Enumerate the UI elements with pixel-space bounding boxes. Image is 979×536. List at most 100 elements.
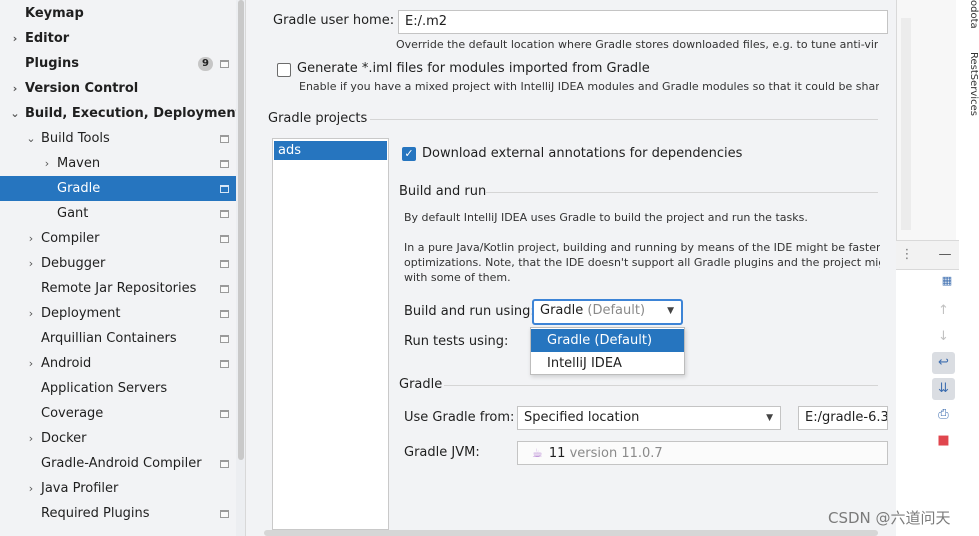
- tree-item-label: Gant: [57, 206, 89, 221]
- use-gradle-from-select[interactable]: Specified location ▼: [517, 406, 781, 430]
- chevron-down-icon[interactable]: ⌄: [25, 126, 37, 151]
- tree-item-version-control[interactable]: › Version Control: [0, 76, 236, 101]
- tree-item-plugins[interactable]: Plugins 9: [0, 51, 236, 76]
- download-annotations-checkbox[interactable]: ✓: [402, 147, 416, 161]
- tree-item-label: Application Servers: [41, 381, 168, 396]
- gradle-jvm-select[interactable]: ☕ 11 version 11.0.7: [517, 441, 888, 465]
- project-scope-icon: [220, 460, 229, 468]
- build-run-using-select[interactable]: Gradle (Default) ▼: [532, 299, 683, 325]
- run-tests-using-label: Run tests using:: [404, 334, 509, 349]
- list-item-project[interactable]: ads: [274, 141, 387, 160]
- scroll-to-end-icon[interactable]: ⇊: [932, 378, 955, 400]
- project-scope-icon: [220, 335, 229, 343]
- tree-item-label: Coverage: [41, 406, 104, 421]
- tree-item-required-plugins[interactable]: Required Plugins: [0, 501, 236, 526]
- use-gradle-from-value: Specified location: [524, 410, 640, 425]
- tree-item-android[interactable]: › Android: [0, 351, 236, 376]
- project-scope-icon: [220, 235, 229, 243]
- build-run-dropdown-menu: Gradle (Default) IntelliJ IDEA: [530, 327, 685, 375]
- chevron-right-icon[interactable]: ›: [25, 301, 37, 326]
- tree-item-gant[interactable]: Gant: [0, 201, 236, 226]
- generate-iml-label[interactable]: Generate *.iml files for modules importe…: [297, 61, 650, 76]
- tree-item-coverage[interactable]: Coverage: [0, 401, 236, 426]
- tree-item-docker[interactable]: › Docker: [0, 426, 236, 451]
- chevron-right-icon[interactable]: ›: [25, 351, 37, 376]
- tree-item-label: Gradle-Android Compiler: [41, 456, 202, 471]
- tree-item-java-profiler[interactable]: › Java Profiler: [0, 476, 236, 501]
- tree-item-maven[interactable]: › Maven: [0, 151, 236, 176]
- gradle-location-input[interactable]: E:/gradle-6.3: [798, 406, 888, 430]
- tree-item-build-execution-deployment[interactable]: ⌄ Build, Execution, Deployment: [0, 101, 236, 126]
- gradle-jvm-label: Gradle JVM:: [404, 445, 480, 460]
- build-run-using-value: Gradle: [540, 303, 584, 318]
- arrow-down-icon[interactable]: ↓: [932, 326, 955, 348]
- print-icon[interactable]: ⎙: [932, 404, 955, 426]
- gradle-user-home-input[interactable]: E:/.m2: [398, 10, 888, 34]
- tree-item-remote-jar-repositories[interactable]: Remote Jar Repositories: [0, 276, 236, 301]
- tree-item-application-servers[interactable]: Application Servers: [0, 376, 236, 401]
- project-scope-icon: [220, 185, 229, 193]
- tree-item-label: Build, Execution, Deployment: [25, 106, 236, 121]
- tree-item-gradle-android-compiler[interactable]: Gradle-Android Compiler: [0, 451, 236, 476]
- tree-item-label: Compiler: [41, 231, 100, 246]
- tree-item-editor[interactable]: › Editor: [0, 26, 236, 51]
- gradle-section-heading: Gradle: [399, 377, 443, 392]
- settings-tree-scrollbar[interactable]: [236, 0, 246, 536]
- minimize-icon[interactable]: —: [936, 246, 954, 264]
- plugin-count-badge: 9: [198, 57, 213, 71]
- dropdown-option-gradle[interactable]: Gradle (Default): [531, 329, 684, 352]
- generate-iml-checkbox[interactable]: [277, 63, 291, 77]
- tree-item-compiler[interactable]: › Compiler: [0, 226, 236, 251]
- tree-item-debugger[interactable]: › Debugger: [0, 251, 236, 276]
- layout-icon[interactable]: ▦: [938, 272, 956, 290]
- chevron-right-icon[interactable]: ›: [25, 476, 37, 501]
- editor-gutter: [901, 18, 911, 230]
- gradle-projects-heading: Gradle projects: [268, 111, 368, 126]
- chevron-right-icon[interactable]: ›: [9, 76, 21, 101]
- build-and-run-description: By default IntelliJ IDEA uses Gradle to …: [404, 211, 808, 224]
- tool-window-tab-restservices[interactable]: RestServices: [959, 52, 979, 116]
- chevron-right-icon[interactable]: ›: [41, 151, 53, 176]
- tree-item-deployment[interactable]: › Deployment: [0, 301, 236, 326]
- tree-item-label: Java Profiler: [41, 481, 119, 496]
- project-scope-icon: [220, 60, 229, 68]
- chevron-down-icon: ▼: [766, 413, 773, 423]
- java-cup-icon: ☕: [532, 446, 543, 460]
- settings-tree: Keymap › Editor Plugins 9 › Version Control ⌄ Bu…: [0, 0, 236, 536]
- scrollbar-thumb[interactable]: [238, 0, 244, 460]
- chevron-right-icon[interactable]: ›: [25, 226, 37, 251]
- section-divider: [486, 192, 878, 193]
- chevron-right-icon[interactable]: ›: [25, 426, 37, 451]
- project-scope-icon: [220, 160, 229, 168]
- chevron-down-icon[interactable]: ⌄: [9, 101, 21, 126]
- project-scope-icon: [220, 360, 229, 368]
- soft-wrap-icon[interactable]: ↩: [932, 352, 955, 374]
- chevron-right-icon[interactable]: ›: [9, 26, 21, 51]
- tree-item-gradle[interactable]: Gradle: [0, 176, 236, 201]
- section-divider: [370, 119, 878, 120]
- tree-item-label: Android: [41, 356, 92, 371]
- project-scope-icon: [220, 310, 229, 318]
- tree-item-label: Remote Jar Repositories: [41, 281, 197, 296]
- editor-preview: [896, 0, 956, 240]
- gradle-user-home-label: Gradle user home:: [273, 13, 395, 28]
- trash-icon[interactable]: ■: [932, 430, 955, 452]
- project-scope-icon: [220, 135, 229, 143]
- tool-window-tab-odota[interactable]: odota: [959, 0, 979, 29]
- gradle-settings-panel: Gradle user home: E:/.m2 Override the de…: [246, 0, 896, 536]
- download-annotations-label[interactable]: Download external annotations for depend…: [422, 146, 742, 161]
- dropdown-option-intellij[interactable]: IntelliJ IDEA: [531, 352, 684, 375]
- chevron-down-icon: ▼: [667, 306, 674, 316]
- gradle-projects-list[interactable]: ads: [272, 138, 389, 530]
- build-and-run-note-line3: with some of them.: [404, 271, 511, 284]
- tree-item-build-tools[interactable]: ⌄ Build Tools: [0, 126, 236, 151]
- horizontal-scrollbar[interactable]: [264, 530, 878, 536]
- tree-item-label: Editor: [25, 31, 70, 46]
- more-options-icon[interactable]: ⋮: [898, 246, 916, 264]
- chevron-right-icon[interactable]: ›: [25, 251, 37, 276]
- tree-item-keymap[interactable]: Keymap: [0, 1, 236, 26]
- project-scope-icon: [220, 260, 229, 268]
- tree-item-label: Plugins: [25, 56, 79, 71]
- arrow-up-icon[interactable]: ↑: [932, 300, 955, 322]
- tree-item-arquillian-containers[interactable]: Arquillian Containers: [0, 326, 236, 351]
